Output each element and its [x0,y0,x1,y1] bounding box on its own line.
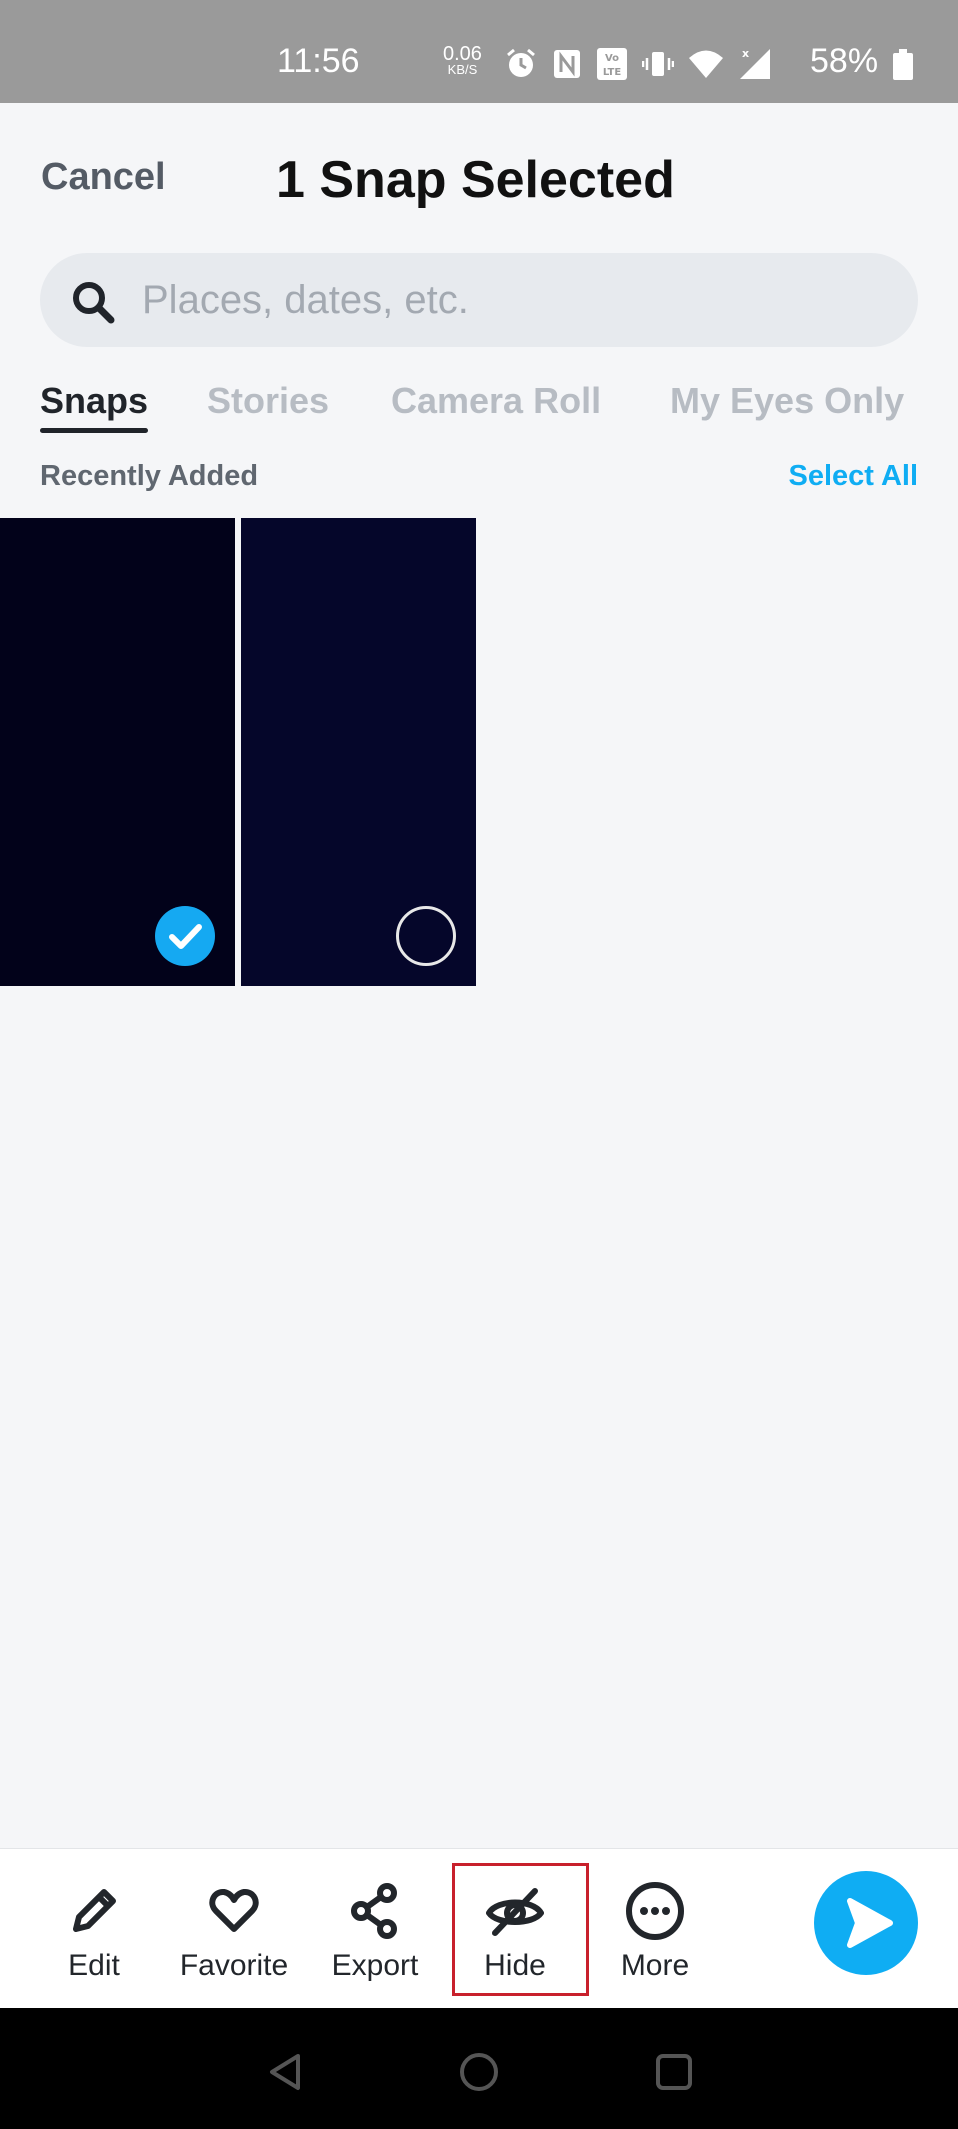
eye-slash-icon [486,1888,544,1936]
home-icon[interactable] [459,2052,499,2092]
page-title: 1 Snap Selected [276,151,675,209]
network-speed-unit: KB/S [447,62,478,77]
more-label: More [620,1949,690,1982]
battery-percent: 58% [810,42,879,80]
signal-icon: x [740,47,770,79]
select-all-button[interactable]: Select All [789,460,918,493]
edit-button[interactable]: Edit [24,1879,164,1983]
selected-check-icon[interactable] [155,906,215,966]
status-time: 11:56 [277,42,360,80]
heart-icon [209,1889,259,1932]
edit-label: Edit [68,1949,120,1982]
favorite-button[interactable]: Favorite [164,1879,304,1983]
alarm-icon [507,48,535,77]
more-dots-icon [626,1882,684,1940]
snap-thumbnail[interactable] [241,518,476,986]
svg-text:x: x [742,47,749,60]
hide-label: Hide [484,1949,546,1982]
network-speed: 0.06 KB/S [443,43,482,78]
status-bar: 11:56 0.06 KB/S Vo LTE x 58% [0,0,958,103]
send-button[interactable] [814,1871,918,1975]
section-label: Recently Added [40,460,259,492]
more-button[interactable]: More [585,1879,725,1983]
tab-my-eyes-only[interactable]: My Eyes Only [670,380,904,422]
search-input[interactable] [142,273,882,327]
active-tab-indicator [40,428,148,433]
search-bar[interactable] [40,253,918,347]
action-bar: Edit Favorite Export Hide More [0,1848,958,2008]
export-label: Export [331,1949,419,1982]
cancel-button[interactable]: Cancel [41,156,166,199]
share-icon [351,1883,397,1939]
search-icon [73,282,115,324]
recents-icon[interactable] [654,2052,694,2092]
svg-text:LTE: LTE [603,67,622,78]
pencil-icon [73,1889,116,1932]
export-button[interactable]: Export [305,1879,445,1983]
status-icons: Vo LTE x [504,44,774,84]
tab-snaps[interactable]: Snaps [40,380,148,422]
battery-icon [893,49,913,80]
wifi-icon [689,50,723,78]
network-speed-value: 0.06 [443,43,482,65]
send-arrow-icon [847,1898,893,1948]
nfc-icon [554,50,580,78]
favorite-label: Favorite [179,1949,289,1982]
volte-icon: Vo LTE [597,48,627,80]
unselected-circle-icon[interactable] [396,906,456,966]
hide-button[interactable]: Hide [445,1879,585,1983]
system-nav-bar [0,2008,958,2129]
tab-camera-roll[interactable]: Camera Roll [391,380,601,422]
tab-stories[interactable]: Stories [207,380,329,422]
svg-text:Vo: Vo [605,53,619,64]
snap-thumbnail[interactable] [0,518,235,986]
vibrate-icon [642,52,674,76]
back-icon[interactable] [266,2052,306,2092]
